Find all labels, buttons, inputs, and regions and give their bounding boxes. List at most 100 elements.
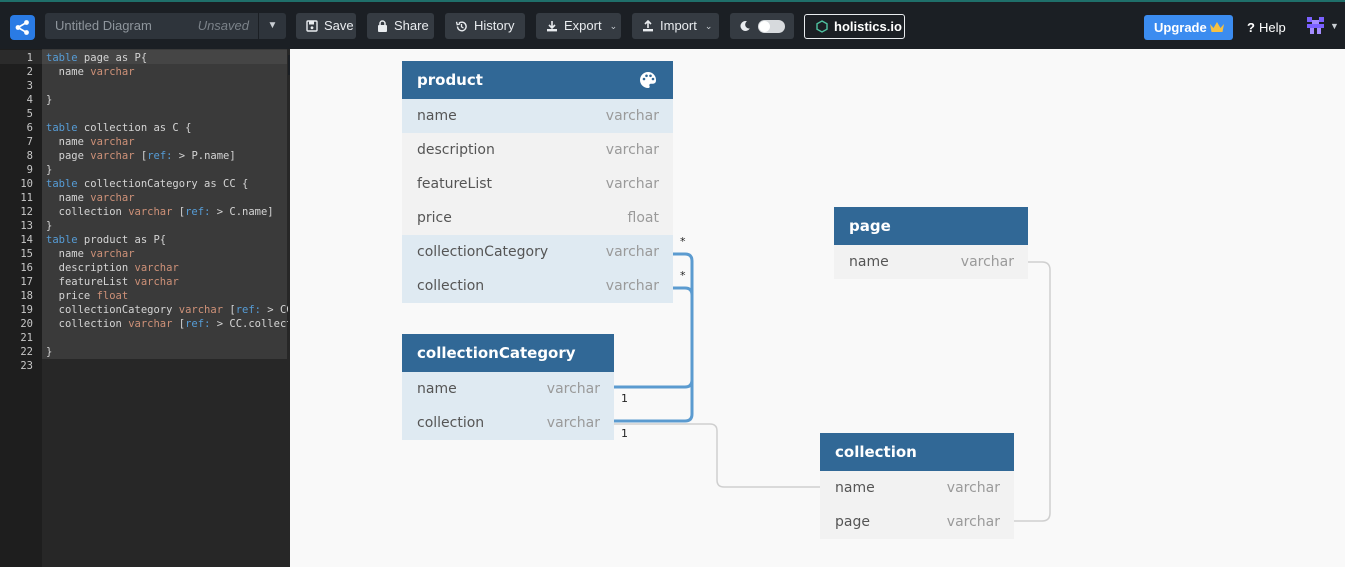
table-product[interactable]: product name varchar description varchar f…: [402, 61, 673, 303]
relation-many-label: *: [680, 269, 686, 282]
line-number: 7: [26, 136, 33, 148]
line-number: 5: [26, 108, 33, 120]
lock-icon: [378, 20, 387, 32]
table-field-row[interactable]: price float: [402, 201, 673, 235]
table-field-row[interactable]: description varchar: [402, 133, 673, 167]
field-type: varchar: [546, 381, 600, 397]
chevron-down-icon: ▼: [267, 20, 278, 31]
table-field-row[interactable]: name varchar: [402, 99, 673, 133]
code-line: name varchar: [46, 192, 135, 204]
table-page[interactable]: page name varchar: [834, 207, 1028, 279]
import-button[interactable]: Import ⌄: [632, 13, 719, 39]
code-line: description varchar: [46, 262, 179, 274]
code-line: collection varchar [ref: > C.name]: [46, 206, 274, 218]
toggle-switch[interactable]: [758, 20, 785, 33]
code-line: }: [46, 220, 53, 232]
field-name: name: [835, 480, 875, 496]
code-line: table page as P{: [46, 52, 148, 64]
table-field-row[interactable]: name varchar: [402, 372, 614, 406]
code-line: page varchar [ref: > P.name]: [46, 150, 236, 162]
title-dropdown-button[interactable]: ▼: [258, 13, 286, 39]
table-title: page: [849, 217, 891, 235]
diagram-title-input[interactable]: Untitled Diagram Unsaved: [45, 13, 258, 39]
table-field-row[interactable]: page varchar: [820, 505, 1014, 539]
download-icon: [547, 21, 557, 32]
code-line: }: [46, 164, 53, 176]
line-number: 11: [20, 192, 33, 204]
table-field-row[interactable]: collection varchar: [402, 406, 614, 440]
field-name: description: [417, 142, 495, 158]
line-number: 20: [20, 318, 33, 330]
diagram-canvas[interactable]: * * 1 1 product name varchar description v…: [290, 49, 1345, 567]
save-button[interactable]: Save: [296, 13, 356, 39]
history-icon: [455, 20, 467, 31]
toggle-knob: [759, 21, 770, 32]
table-field-row[interactable]: name varchar: [820, 471, 1014, 505]
dbdiagram-logo-icon[interactable]: [10, 15, 35, 40]
table-title: product: [417, 71, 483, 89]
table-collection[interactable]: collection name varchar page varchar: [820, 433, 1014, 539]
share-button[interactable]: Share: [367, 13, 434, 39]
save-icon: [306, 20, 318, 32]
dark-mode-toggle[interactable]: [730, 13, 794, 39]
top-toolbar: Untitled Diagram Unsaved ▼ Save Share Hi…: [0, 0, 1345, 49]
question-icon: ?: [1247, 20, 1255, 35]
table-collectionCategory[interactable]: collectionCategory name varchar collectio…: [402, 334, 614, 440]
field-type: varchar: [946, 514, 1000, 530]
table-header[interactable]: page: [834, 207, 1028, 245]
table-field-row[interactable]: collectionCategory varchar: [402, 235, 673, 269]
table-field-row[interactable]: collection varchar: [402, 269, 673, 303]
line-number: 14: [20, 234, 33, 246]
table-field-row[interactable]: name varchar: [834, 245, 1028, 279]
chevron-down-icon: ⌄: [609, 21, 618, 31]
relation-many-label: *: [680, 235, 686, 248]
crown-icon: [1210, 22, 1224, 32]
line-number: 23: [20, 360, 33, 372]
line-number: 22: [20, 346, 33, 358]
field-type: varchar: [605, 108, 659, 124]
field-type: varchar: [605, 176, 659, 192]
line-number: 9: [26, 164, 33, 176]
line-number: 15: [20, 248, 33, 260]
field-type: varchar: [960, 254, 1014, 270]
palette-icon[interactable]: [639, 71, 657, 89]
relation-one-label: 1: [621, 392, 628, 405]
code-editor[interactable]: 1 2 3 4 5 6 7 8 9 10 11 12 13 14 15 16 17 18 19 20 21 22 23 ta…: [0, 49, 290, 567]
code-line: table collection as C {: [46, 122, 192, 134]
chevron-down-icon[interactable]: ▼: [1330, 15, 1339, 38]
field-type: varchar: [605, 244, 659, 260]
help-button[interactable]: ? Help: [1247, 15, 1286, 40]
line-number: 21: [20, 332, 33, 344]
upgrade-button[interactable]: Upgrade: [1144, 15, 1233, 40]
relation-collectionCategory-collection: [614, 423, 820, 488]
help-label: Help: [1258, 20, 1286, 35]
user-avatar[interactable]: [1305, 15, 1326, 36]
relation-collection-page: [1013, 261, 1051, 522]
export-label: Export: [564, 18, 602, 33]
history-label: History: [474, 18, 515, 33]
code-line: collectionCategory varchar [ref: > CC.na…: [46, 304, 288, 316]
field-name: collection: [417, 415, 485, 431]
save-status-text: Unsaved: [197, 18, 249, 33]
line-number: 13: [20, 220, 33, 232]
field-name: page: [835, 514, 870, 530]
upgrade-label: Upgrade: [1154, 20, 1207, 35]
moon-icon: [740, 20, 750, 31]
field-type: varchar: [546, 415, 600, 431]
holistics-link[interactable]: holistics.io: [804, 14, 905, 39]
field-name: price: [417, 210, 452, 226]
line-number: 3: [26, 80, 33, 92]
table-header[interactable]: product: [402, 61, 673, 99]
code-line: }: [46, 346, 53, 358]
table-header[interactable]: collectionCategory: [402, 334, 614, 372]
history-button[interactable]: History: [445, 13, 525, 39]
code-line: collection varchar [ref: > CC.collection…: [46, 318, 288, 330]
line-number: 17: [20, 276, 33, 288]
table-header[interactable]: collection: [820, 433, 1014, 471]
code-line: table collectionCategory as CC {: [46, 178, 249, 190]
export-button[interactable]: Export ⌄: [536, 13, 621, 39]
import-label: Import: [660, 18, 697, 33]
field-name: featureList: [417, 176, 493, 192]
table-field-row[interactable]: featureList varchar: [402, 167, 673, 201]
table-title: collection: [835, 443, 917, 461]
